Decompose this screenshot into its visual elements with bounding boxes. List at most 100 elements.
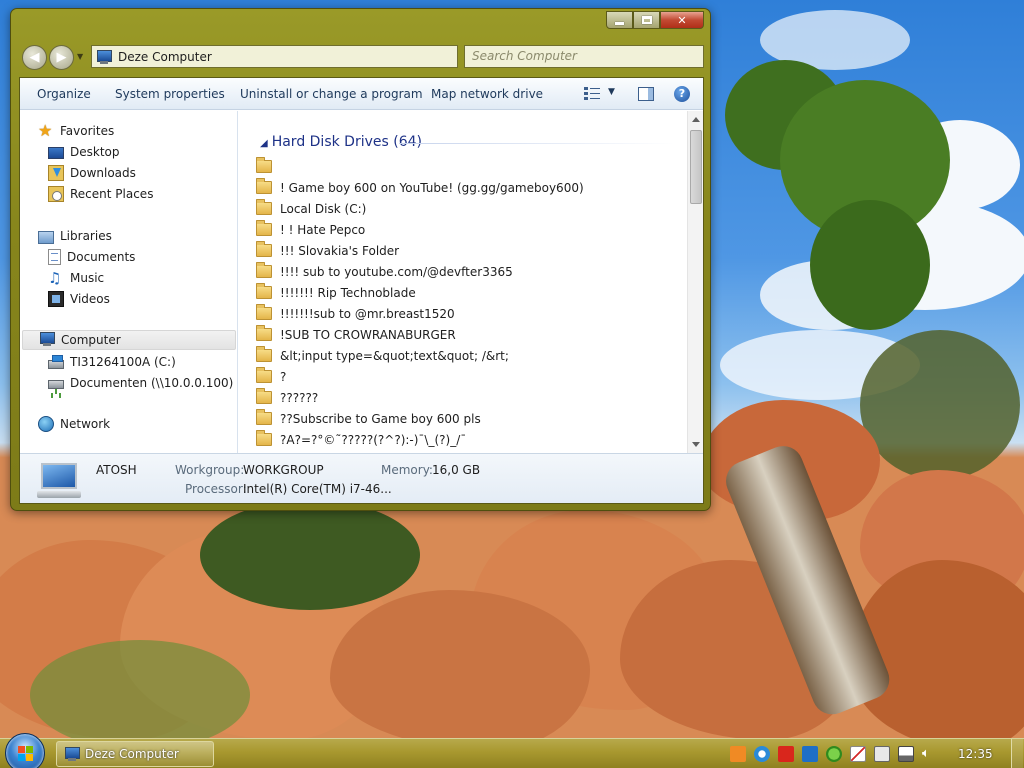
scroll-down-arrow-icon[interactable]: [692, 442, 700, 447]
folder-icon: [256, 178, 272, 194]
forward-button[interactable]: ▶: [49, 45, 74, 70]
list-item[interactable]: ?: [256, 366, 685, 387]
system-properties-button[interactable]: System properties: [115, 87, 225, 101]
nav-drive-c[interactable]: TI31264100A (C:): [48, 352, 176, 372]
organize-button[interactable]: Organize: [37, 87, 91, 101]
computer-large-icon: [37, 463, 81, 499]
map-network-drive-button[interactable]: Map network drive: [431, 87, 543, 101]
outlook-tray-icon[interactable]: [802, 746, 818, 762]
minimize-button[interactable]: [606, 11, 633, 29]
computer-icon: [39, 332, 55, 348]
desktop-icon: [48, 147, 64, 159]
nav-recent-places[interactable]: Recent Places: [48, 184, 153, 204]
show-desktop-button[interactable]: [1011, 739, 1023, 768]
folder-icon: [256, 199, 272, 215]
group-header-hard-disk-drives[interactable]: ◢ Hard Disk Drives (64): [260, 134, 422, 150]
item-name: !!!!!!! Rip Technoblade: [280, 285, 416, 300]
list-item[interactable]: Local Disk (C:): [256, 198, 685, 219]
item-name: ??Subscribe to Game boy 600 pls: [280, 411, 481, 426]
memory-label: Memory:: [381, 463, 433, 477]
start-button[interactable]: [5, 733, 45, 768]
list-item[interactable]: !SUB TO CROWRANABURGER: [256, 324, 685, 345]
star-icon: ★: [38, 121, 53, 140]
app-tray-icon[interactable]: [730, 746, 746, 762]
processor-value: Intel(R) Core(TM) i7-46...: [243, 482, 392, 496]
navigation-pane: ★ Favorites Desktop Downloads Recent Pla…: [20, 111, 238, 453]
folder-icon: [256, 409, 272, 425]
network-connection-icon[interactable]: [898, 746, 914, 762]
group-divider: [399, 143, 675, 144]
list-item[interactable]: ??????: [256, 387, 685, 408]
nav-network[interactable]: Network: [38, 414, 110, 434]
minimize-icon: [615, 21, 624, 25]
list-item[interactable]: !!! Slovakia's Folder: [256, 240, 685, 261]
scroll-thumb[interactable]: [690, 130, 702, 204]
action-center-flag-icon[interactable]: [850, 746, 866, 762]
list-item[interactable]: !!!! sub to youtube.com/@devfter3365: [256, 261, 685, 282]
folder-icon: [256, 283, 272, 299]
pdf-tray-icon[interactable]: [778, 746, 794, 762]
list-item[interactable]: ?A?=?°©˜?????(?^?):-)¯\_(?)_/¯: [256, 429, 685, 450]
folder-icon: [256, 157, 272, 173]
item-name: ! Game boy 600 on YouTube! (gg.gg/gamebo…: [280, 180, 584, 195]
windows-logo-icon: [18, 746, 34, 762]
recent-pages-dropdown[interactable]: ▼: [77, 52, 83, 61]
search-input[interactable]: Search Computer: [464, 45, 704, 68]
workgroup-value: WORKGROUP: [243, 463, 324, 477]
taskbar: Deze Computer 🔈︎ 12:35: [0, 733, 1024, 768]
item-name: &lt;input type=&quot;text&quot; /&rt;: [280, 348, 509, 363]
nav-computer[interactable]: Computer: [22, 330, 236, 350]
content-scrollbar[interactable]: [687, 111, 703, 453]
network-status-icon[interactable]: [754, 746, 770, 762]
nav-libraries[interactable]: Libraries: [38, 226, 112, 246]
list-item[interactable]: !!!!!!!sub to @mr.breast1520: [256, 303, 685, 324]
list-item[interactable]: [256, 156, 685, 177]
list-item[interactable]: !!!!!!! Rip Technoblade: [256, 282, 685, 303]
help-icon[interactable]: ?: [674, 86, 690, 102]
view-options-dropdown[interactable]: ▼: [608, 87, 615, 97]
taskbar-window-button[interactable]: Deze Computer: [56, 741, 214, 767]
nav-documents[interactable]: Documents: [48, 247, 135, 267]
network-icon: [38, 416, 54, 432]
nav-label: Recent Places: [70, 187, 154, 201]
maximize-button[interactable]: [633, 11, 660, 29]
arrow-right-icon: ▶: [56, 50, 67, 65]
folder-icon: [256, 262, 272, 278]
list-item[interactable]: &lt;input type=&quot;text&quot; /&rt;: [256, 345, 685, 366]
arrow-left-icon: ◀: [29, 50, 40, 65]
item-name: ??????: [280, 390, 319, 405]
back-button[interactable]: ◀: [22, 45, 47, 70]
nav-label: Favorites: [60, 124, 115, 138]
folder-icon: [256, 430, 272, 446]
nav-music[interactable]: ♫ Music: [48, 268, 104, 288]
taskbar-clock[interactable]: 12:35: [958, 747, 993, 761]
list-item[interactable]: ??Subscribe to Game boy 600 pls: [256, 408, 685, 429]
list-item[interactable]: ! ! Hate Pepco: [256, 219, 685, 240]
processor-label: Processor:: [185, 482, 247, 496]
nav-label: Libraries: [60, 229, 112, 243]
nav-desktop[interactable]: Desktop: [48, 142, 120, 162]
folder-icon: [256, 346, 272, 362]
list-item[interactable]: ! Game boy 600 on YouTube! (gg.gg/gamebo…: [256, 177, 685, 198]
nav-drive-x[interactable]: Documenten (\\10.0.0.100) (X:): [48, 373, 237, 394]
security-shield-icon[interactable]: [826, 746, 842, 762]
details-pane: ATOSH Workgroup: WORKGROUP Memory: 16,0 …: [20, 453, 703, 503]
volume-icon[interactable]: 🔈︎: [922, 746, 938, 762]
nav-favorites[interactable]: ★ Favorites: [38, 121, 114, 141]
network-drive-icon: [48, 380, 64, 394]
usb-device-icon[interactable]: [874, 746, 890, 762]
nav-label: Music: [70, 271, 105, 285]
uninstall-program-button[interactable]: Uninstall or change a program: [240, 87, 423, 101]
folder-icon: [256, 325, 272, 341]
nav-downloads[interactable]: Downloads: [48, 163, 136, 183]
scroll-up-arrow-icon[interactable]: [692, 117, 700, 122]
hard-drive-icon: [48, 355, 64, 369]
explorer-window[interactable]: ✕ ◀ ▶ ▼ Deze Computer Search Computer Or…: [10, 8, 711, 511]
nav-videos[interactable]: Videos: [48, 289, 110, 309]
computer-icon: [96, 49, 112, 64]
preview-pane-icon[interactable]: [638, 87, 654, 101]
nav-label: Desktop: [70, 145, 120, 159]
change-view-icon[interactable]: [584, 87, 600, 101]
close-button[interactable]: ✕: [660, 11, 704, 29]
address-bar[interactable]: Deze Computer: [91, 45, 458, 68]
